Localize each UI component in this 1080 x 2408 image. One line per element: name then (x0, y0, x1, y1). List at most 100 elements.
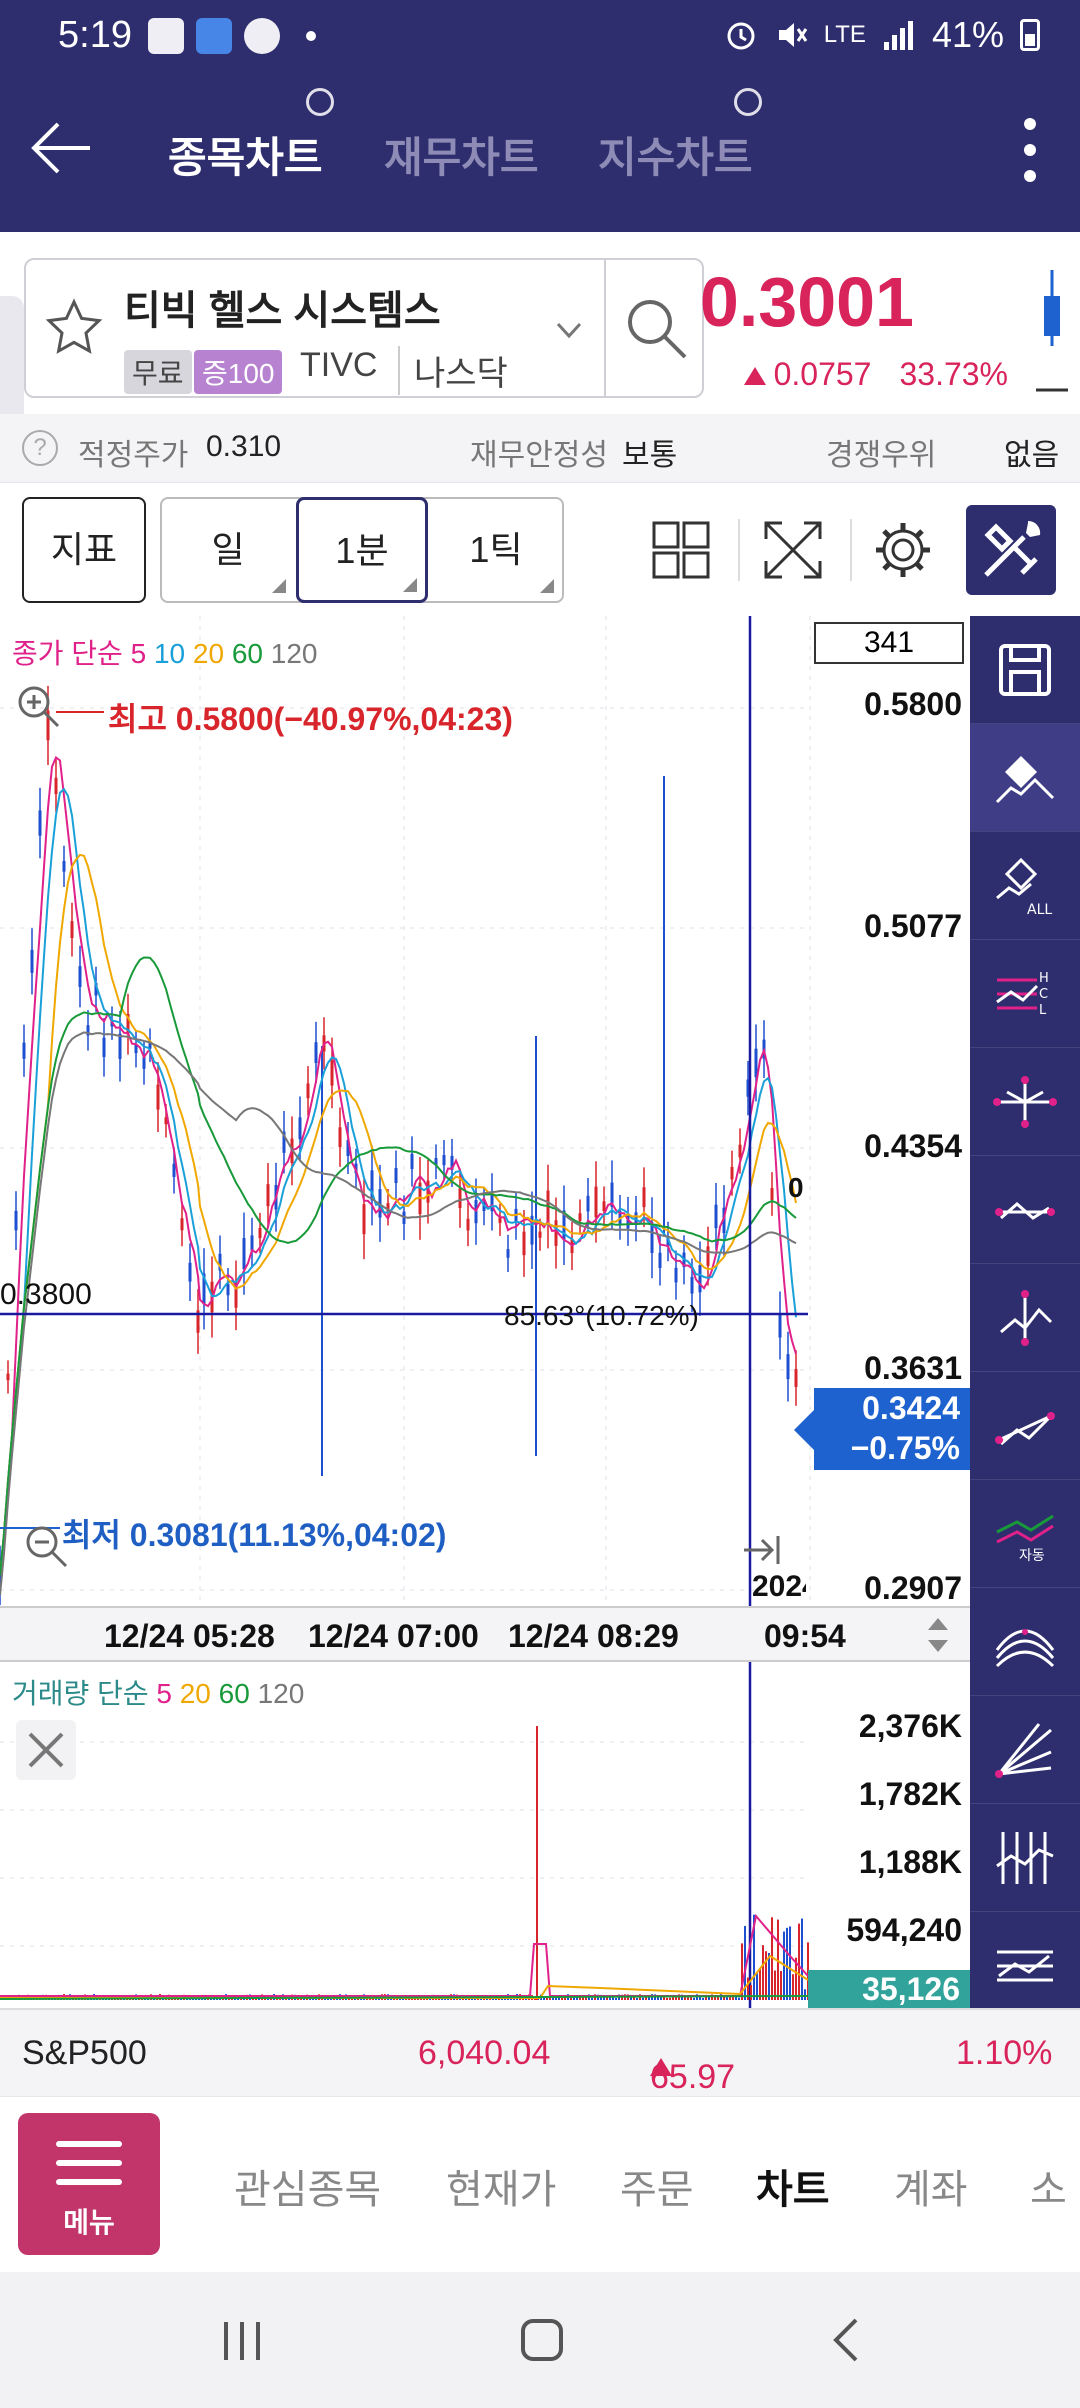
low-price-label: 최저 0.3081(11.13%,04:02) (62, 1517, 447, 1553)
trendline-icon (995, 1202, 1055, 1220)
candle-body (250, 1235, 254, 1251)
eraser-button[interactable] (970, 724, 1080, 832)
auto-trend-button[interactable]: 자동 (970, 1480, 1080, 1588)
back-icon[interactable] (824, 2316, 872, 2364)
competitive-label: 경쟁우위 (826, 439, 937, 472)
current-volume-tag: 35,126 (808, 1970, 970, 2008)
nav-more[interactable]: 소 (1030, 2157, 1067, 2215)
svg-text:ALL: ALL (1027, 902, 1052, 918)
indicator-button[interactable]: 지표 (22, 497, 146, 603)
time-label-1: 12/24 05:28 (104, 1618, 275, 1654)
zoom-out-icon[interactable] (22, 1522, 72, 1572)
candle-body (14, 1210, 18, 1231)
nav-current-price[interactable]: 현재가 (446, 2157, 556, 2215)
badge-icon (734, 88, 762, 116)
vol-label-1: 2,376K (858, 1708, 962, 1744)
price-chart[interactable]: 종가 단순 5 10 20 60 120 341 0.5800 0.5077 0… (0, 616, 970, 2008)
volume-bar (666, 1997, 668, 2000)
candle-body (338, 1127, 342, 1148)
candle-body (362, 1204, 366, 1235)
price-change-row: 0.0757 33.73% (743, 356, 1056, 393)
nav-order[interactable]: 주문 (620, 2157, 694, 2215)
candle-body (506, 1249, 510, 1258)
drawing-tools-button[interactable] (966, 505, 1056, 595)
eraser-all-button[interactable]: ALL (970, 832, 1080, 940)
stock-ticker: TIVC (300, 346, 378, 384)
chart-canvas[interactable] (0, 616, 970, 2008)
home-icon[interactable] (518, 2316, 566, 2364)
layout-grid-icon[interactable] (640, 509, 722, 591)
index-name: S&P500 (22, 2034, 147, 2072)
help-icon[interactable]: ? (22, 430, 58, 466)
candle-body (242, 1238, 246, 1270)
divider (604, 260, 606, 396)
index-change-percent: 1.10% (956, 2034, 1053, 2072)
period-day-button[interactable]: 일 (162, 499, 294, 601)
save-drawing-button[interactable] (970, 616, 1080, 724)
battery-percent: 41% (931, 14, 1004, 55)
back-arrow-icon[interactable] (28, 118, 92, 178)
vertex-button[interactable] (970, 1264, 1080, 1372)
candle-body (538, 1231, 542, 1238)
chart-toolbar: 지표 일 1분 1틱 (0, 482, 1080, 616)
more-menu-icon[interactable] (1024, 118, 1038, 182)
settings-gear-icon[interactable] (862, 509, 944, 591)
search-icon[interactable] (622, 294, 692, 364)
svg-text:H: H (1039, 971, 1049, 986)
price-legend: 종가 단순 5 10 20 60 120 (12, 638, 318, 669)
go-to-latest-icon[interactable] (740, 1530, 786, 1570)
zoom-in-icon[interactable] (14, 682, 64, 732)
crosshair-button[interactable] (970, 1048, 1080, 1156)
candle-body (594, 1186, 598, 1218)
volume-bar (693, 1997, 695, 2000)
chevron-down-icon[interactable] (554, 318, 584, 342)
trendline-button[interactable] (970, 1156, 1080, 1264)
menu-button[interactable]: 메뉴 (18, 2113, 160, 2255)
status-time: 5:19 (58, 14, 132, 56)
candle-body (54, 777, 58, 795)
app-root: 5:19 LTE 41% 종목차트 재무차트 지수차트 티빅 헬스 시스템스 무… (0, 0, 1080, 2408)
divider (850, 519, 852, 581)
legend-ma-5: 5 (156, 1678, 172, 1709)
volume-legend: 거래량 단순 5 20 60 120 (12, 1678, 305, 1709)
scroll-updown-icon[interactable] (926, 1616, 950, 1654)
tab-stock-chart[interactable]: 종목차트 (168, 124, 323, 185)
fullscreen-icon[interactable] (752, 509, 834, 591)
side-drawer-handle[interactable] (0, 296, 24, 426)
period-1tick-button[interactable]: 1틱 (430, 499, 562, 601)
line-button[interactable] (970, 1372, 1080, 1480)
close-icon[interactable] (16, 1720, 76, 1780)
stock-selector[interactable]: 티빅 헬스 시스템스 무료 증100 TIVC 나스닥 (24, 258, 704, 398)
hcl-line-button[interactable]: HCL (970, 940, 1080, 1048)
nav-watchlist[interactable]: 관심종목 (234, 2157, 381, 2215)
horizontal-line-label: 0.3800 (0, 1278, 92, 1311)
candle-body (410, 1153, 414, 1170)
legend-ma-120: 120 (263, 638, 318, 669)
volume-bar (738, 1997, 740, 2000)
vertical-lines-button[interactable] (970, 1804, 1080, 1912)
candle-body (330, 1060, 334, 1086)
candle-body (602, 1201, 606, 1212)
nav-chart[interactable]: 차트 (756, 2157, 830, 2215)
tab-index-chart[interactable]: 지수차트 (598, 124, 753, 185)
channel-button[interactable] (970, 1912, 1080, 2020)
moving-average-line (0, 787, 797, 1576)
drawing-sidebar: ALL HCL 자동 (970, 616, 1080, 2020)
period-1min-button[interactable]: 1분 (296, 497, 428, 603)
legend-ma-5: 5 (130, 638, 147, 669)
favorite-star-icon[interactable] (42, 296, 106, 360)
volume-bar (669, 1997, 671, 2000)
candle-body (442, 1155, 446, 1166)
recent-apps-icon[interactable] (218, 2316, 266, 2364)
nav-account[interactable]: 계좌 (894, 2157, 968, 2215)
volume-bar (552, 1997, 554, 2000)
volume-bar (636, 1997, 638, 2000)
channel-icon (997, 1950, 1053, 1982)
fib-fan-button[interactable] (970, 1696, 1080, 1804)
index-ticker-bar[interactable]: S&P500 6,040.04 65.97 1.10% (0, 2008, 1080, 2096)
fan-button[interactable] (970, 1588, 1080, 1696)
time-axis[interactable]: 12/24 05:28 12/24 07:00 12/24 08:29 09:5… (0, 1606, 970, 1662)
volume-bar (615, 1997, 617, 2000)
volume-bar (714, 1996, 716, 2000)
tab-finance-chart[interactable]: 재무차트 (384, 124, 539, 185)
